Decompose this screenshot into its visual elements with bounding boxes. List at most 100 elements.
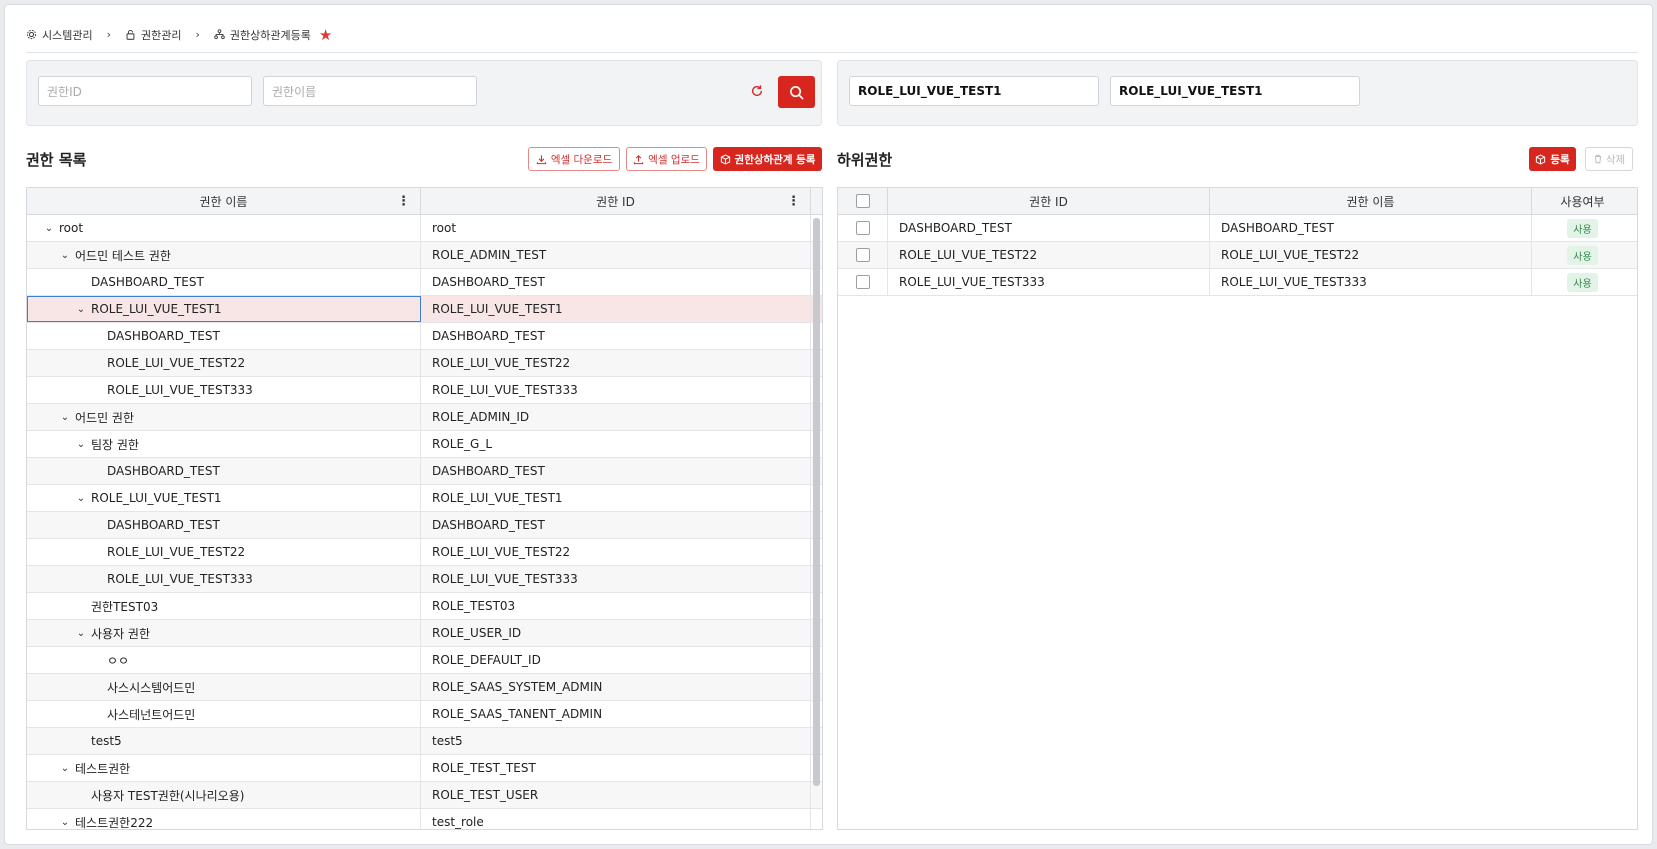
table-row[interactable]: ⌄ 어드민 테스트 권한 ROLE_ADMIN_TEST bbox=[27, 242, 822, 269]
role-name-cell[interactable]: ROLE_LUI_VUE_TEST333 bbox=[27, 566, 421, 592]
role-name-cell[interactable]: DASHBOARD_TEST bbox=[27, 323, 421, 349]
row-checkbox[interactable] bbox=[855, 221, 870, 235]
selected-role-id-field[interactable]: ROLE_LUI_VUE_TEST1 bbox=[849, 76, 1099, 106]
role-name-cell[interactable]: ⌄ 팀장 권한 bbox=[27, 431, 421, 457]
role-name-cell[interactable]: ⌄ 어드민 테스트 권한 bbox=[27, 242, 421, 268]
role-id-cell[interactable]: ROLE_LUI_VUE_TEST1 bbox=[421, 485, 811, 511]
vertical-scrollbar[interactable] bbox=[813, 218, 820, 786]
table-row[interactable]: ⌄ 팀장 권한 ROLE_G_L bbox=[27, 431, 822, 458]
role-name-cell[interactable]: ㅇㅇ bbox=[27, 647, 421, 673]
role-id-cell[interactable]: ROLE_LUI_VUE_TEST22 bbox=[421, 350, 811, 376]
table-row[interactable]: ⌄ ROLE_LUI_VUE_TEST1 ROLE_LUI_VUE_TEST1 bbox=[27, 485, 822, 512]
table-row[interactable]: DASHBOARD_TEST DASHBOARD_TEST bbox=[27, 269, 822, 296]
table-row[interactable]: ⌄ ROLE_LUI_VUE_TEST1 ROLE_LUI_VUE_TEST1 bbox=[27, 296, 822, 323]
chevron-down-icon[interactable]: ⌄ bbox=[74, 493, 88, 504]
role-id-cell[interactable]: test5 bbox=[421, 728, 811, 754]
role-id-cell[interactable]: ROLE_SAAS_SYSTEM_ADMIN bbox=[421, 674, 811, 700]
role-name-cell[interactable]: ⌄ 어드민 권한 bbox=[27, 404, 421, 430]
role-id-cell[interactable]: DASHBOARD_TEST bbox=[421, 323, 811, 349]
table-row[interactable]: ROLE_LUI_VUE_TEST333 ROLE_LUI_VUE_TEST333 bbox=[27, 566, 822, 593]
role-name-cell[interactable]: DASHBOARD_TEST bbox=[27, 458, 421, 484]
select-all-checkbox[interactable] bbox=[855, 194, 870, 208]
column-header-use[interactable]: 사용여부 bbox=[1532, 188, 1633, 214]
role-id-cell[interactable]: ROLE_TEST_TEST bbox=[421, 755, 811, 781]
role-id-search-input[interactable]: 권한ID bbox=[38, 76, 252, 106]
table-row[interactable]: ⌄ 테스트권한222 test_role bbox=[27, 809, 822, 829]
table-row[interactable]: DASHBOARD_TEST DASHBOARD_TEST bbox=[27, 512, 822, 539]
breadcrumb-item-system[interactable]: 시스템관리 bbox=[26, 27, 93, 43]
row-checkbox[interactable] bbox=[855, 248, 870, 262]
role-name-cell[interactable]: ROLE_LUI_VUE_TEST333 bbox=[27, 377, 421, 403]
column-menu-icon[interactable]: ⋮ bbox=[397, 194, 410, 209]
role-id-cell[interactable]: ROLE_TEST_USER bbox=[421, 782, 811, 808]
column-header-role-id[interactable]: 권한 ID ⋮ bbox=[421, 188, 811, 214]
role-id-cell[interactable]: ROLE_G_L bbox=[421, 431, 811, 457]
table-row[interactable]: 사스테넌트어드민 ROLE_SAAS_TANENT_ADMIN bbox=[27, 701, 822, 728]
role-name-cell[interactable]: ROLE_LUI_VUE_TEST22 bbox=[27, 539, 421, 565]
role-name-cell[interactable]: ⌄ 테스트권한 bbox=[27, 755, 421, 781]
role-id-cell[interactable]: ROLE_LUI_VUE_TEST333 bbox=[888, 269, 1210, 295]
table-row[interactable]: ROLE_LUI_VUE_TEST333 ROLE_LUI_VUE_TEST333 bbox=[27, 377, 822, 404]
table-row[interactable]: ROLE_LUI_VUE_TEST333 ROLE_LUI_VUE_TEST333… bbox=[838, 269, 1637, 296]
role-id-cell[interactable]: test_role bbox=[421, 809, 811, 829]
register-button[interactable]: 등록 bbox=[1529, 147, 1576, 171]
role-name-cell[interactable]: DASHBOARD_TEST bbox=[1210, 215, 1532, 241]
breadcrumb-item-auth[interactable]: 권한관리 bbox=[125, 27, 182, 43]
table-row[interactable]: ⌄ 어드민 권한 ROLE_ADMIN_ID bbox=[27, 404, 822, 431]
role-id-cell[interactable]: ROLE_USER_ID bbox=[421, 620, 811, 646]
role-name-search-input[interactable]: 권한이름 bbox=[263, 76, 477, 106]
role-name-cell[interactable]: ⌄ ROLE_LUI_VUE_TEST1 bbox=[27, 485, 421, 511]
role-id-cell[interactable]: ROLE_LUI_VUE_TEST333 bbox=[421, 566, 811, 592]
role-id-cell[interactable]: DASHBOARD_TEST bbox=[421, 512, 811, 538]
role-id-cell[interactable]: ROLE_SAAS_TANENT_ADMIN bbox=[421, 701, 811, 727]
table-row[interactable]: ⌄ root root bbox=[27, 215, 822, 242]
excel-download-button[interactable]: 엑셀 다운로드 bbox=[528, 147, 620, 171]
role-id-cell[interactable]: ROLE_ADMIN_TEST bbox=[421, 242, 811, 268]
role-id-cell[interactable]: ROLE_ADMIN_ID bbox=[421, 404, 811, 430]
chevron-down-icon[interactable]: ⌄ bbox=[58, 763, 72, 774]
table-row[interactable]: DASHBOARD_TEST DASHBOARD_TEST bbox=[27, 458, 822, 485]
chevron-down-icon[interactable]: ⌄ bbox=[74, 304, 88, 315]
role-id-cell[interactable]: root bbox=[421, 215, 811, 241]
role-id-cell[interactable]: ROLE_DEFAULT_ID bbox=[421, 647, 811, 673]
role-name-cell[interactable]: test5 bbox=[27, 728, 421, 754]
role-id-cell[interactable]: ROLE_LUI_VUE_TEST22 bbox=[888, 242, 1210, 268]
role-id-cell[interactable]: DASHBOARD_TEST bbox=[421, 269, 811, 295]
selected-role-name-field[interactable]: ROLE_LUI_VUE_TEST1 bbox=[1110, 76, 1360, 106]
table-row[interactable]: DASHBOARD_TEST DASHBOARD_TEST 사용 bbox=[838, 215, 1637, 242]
table-row[interactable]: 사스시스템어드민 ROLE_SAAS_SYSTEM_ADMIN bbox=[27, 674, 822, 701]
register-relation-button[interactable]: 권한상하관계 등록 bbox=[713, 147, 822, 171]
table-row[interactable]: ⌄ 테스트권한 ROLE_TEST_TEST bbox=[27, 755, 822, 782]
role-name-cell[interactable]: ⌄ ROLE_LUI_VUE_TEST1 bbox=[27, 296, 421, 322]
role-id-cell[interactable]: DASHBOARD_TEST bbox=[888, 215, 1210, 241]
chevron-down-icon[interactable]: ⌄ bbox=[42, 223, 56, 234]
table-row[interactable]: ROLE_LUI_VUE_TEST22 ROLE_LUI_VUE_TEST22 bbox=[27, 539, 822, 566]
row-checkbox[interactable] bbox=[855, 275, 870, 289]
chevron-down-icon[interactable]: ⌄ bbox=[74, 439, 88, 450]
table-row[interactable]: test5 test5 bbox=[27, 728, 822, 755]
column-menu-icon[interactable]: ⋮ bbox=[787, 194, 800, 209]
role-id-cell[interactable]: ROLE_LUI_VUE_TEST22 bbox=[421, 539, 811, 565]
role-id-cell[interactable]: ROLE_TEST03 bbox=[421, 593, 811, 619]
refresh-icon[interactable] bbox=[745, 79, 769, 103]
role-name-cell[interactable]: 권한TEST03 bbox=[27, 593, 421, 619]
chevron-down-icon[interactable]: ⌄ bbox=[58, 250, 72, 261]
role-name-cell[interactable]: ⌄ root bbox=[27, 215, 421, 241]
role-name-cell[interactable]: DASHBOARD_TEST bbox=[27, 269, 421, 295]
table-row[interactable]: ㅇㅇ ROLE_DEFAULT_ID bbox=[27, 647, 822, 674]
column-header-role-name[interactable]: 권한 이름 bbox=[1210, 188, 1532, 214]
role-name-cell[interactable]: ROLE_LUI_VUE_TEST22 bbox=[1210, 242, 1532, 268]
table-row[interactable]: ⌄ 사용자 권한 ROLE_USER_ID bbox=[27, 620, 822, 647]
chevron-down-icon[interactable]: ⌄ bbox=[58, 412, 72, 423]
table-row[interactable]: 사용자 TEST권한(시나리오용) ROLE_TEST_USER bbox=[27, 782, 822, 809]
role-id-cell[interactable]: DASHBOARD_TEST bbox=[421, 458, 811, 484]
favorite-star-icon[interactable]: ★ bbox=[319, 26, 332, 44]
role-name-cell[interactable]: ROLE_LUI_VUE_TEST22 bbox=[27, 350, 421, 376]
role-name-cell[interactable]: 사스테넌트어드민 bbox=[27, 701, 421, 727]
table-row[interactable]: ROLE_LUI_VUE_TEST22 ROLE_LUI_VUE_TEST22 사용 bbox=[838, 242, 1637, 269]
role-name-cell[interactable]: DASHBOARD_TEST bbox=[27, 512, 421, 538]
search-button[interactable] bbox=[778, 76, 815, 108]
table-row[interactable]: ROLE_LUI_VUE_TEST22 ROLE_LUI_VUE_TEST22 bbox=[27, 350, 822, 377]
delete-button[interactable]: 삭제 bbox=[1585, 147, 1633, 171]
role-id-cell[interactable]: ROLE_LUI_VUE_TEST1 bbox=[421, 296, 811, 322]
